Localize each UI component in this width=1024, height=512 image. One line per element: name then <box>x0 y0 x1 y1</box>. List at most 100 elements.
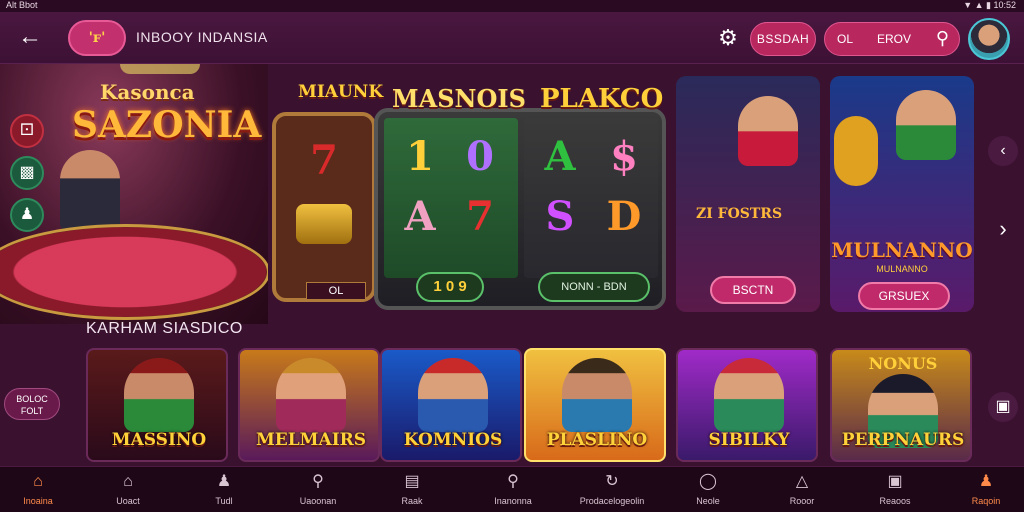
sync-icon: ↻ <box>605 473 619 490</box>
character-figure <box>714 358 784 432</box>
game-name: MELMAIRS <box>255 430 367 450</box>
game-subtitle: NONUS <box>868 354 938 373</box>
search-input[interactable]: EROV <box>877 32 911 46</box>
search-icon[interactable]: ⚲ <box>936 28 949 49</box>
nav-item-uoact[interactable]: ⌂ Uoact <box>100 467 156 512</box>
nav-label: Inanonna <box>494 496 532 506</box>
chart-icon[interactable]: ▩ <box>10 156 44 190</box>
nav-label: Inoaina <box>23 496 53 506</box>
reel-symbol: 7 <box>310 137 338 184</box>
reel-symbol: 7 <box>466 193 494 240</box>
poker-table <box>0 224 268 320</box>
nav-label: Raqoin <box>971 496 1001 506</box>
bottom-nav: ⌂ Inoaina ⌂ Uoact ♟ Tudl ⚲ Uaoonan ▤ Raak ⚲ In… <box>0 466 1024 512</box>
user-icon: ♟ <box>216 473 232 490</box>
promo-card-2[interactable]: MULNANNO MULNANNO GRSUEX <box>830 76 974 312</box>
nav-label: Reaoos <box>879 496 911 506</box>
house-icon: ⌂ <box>123 473 133 490</box>
document-icon: ▤ <box>404 473 420 490</box>
nav-label: Neole <box>696 496 720 506</box>
chevron-left-icon[interactable]: ‹ <box>988 136 1018 166</box>
top-bar: ← ꞌꜰꞌ INBOOY INDANSIA ⚙ BSSDAH OL EROV ⚲ <box>0 12 1024 64</box>
dice-icon[interactable]: ⚀ <box>10 114 44 148</box>
person-icon[interactable]: ♟ <box>10 198 44 232</box>
game-name: MASSINO <box>111 430 207 450</box>
game-name: KOMNIOS <box>403 430 503 450</box>
floating-button-line2: FOLT <box>20 406 44 416</box>
slot-counter: 1 0 9 <box>416 272 484 302</box>
hero-title-line2: SAZONIA <box>72 104 262 146</box>
sign-right: PLAKCO <box>540 84 664 114</box>
status-right: ▼ ▲ ▮ 10:52 <box>963 0 1016 10</box>
search-icon: ⚲ <box>507 473 519 490</box>
reel-symbol: S <box>545 193 575 240</box>
game-name: PLASLINO <box>546 430 648 450</box>
floating-button[interactable]: BOLOC FOLT <box>4 388 60 420</box>
nav-item-uaoonan[interactable]: ⚲ Uaoonan <box>288 467 348 512</box>
gold-bar-icon <box>296 204 352 244</box>
game-card[interactable]: NONUS PERPNAURS <box>830 348 972 462</box>
sign-left: MIAUNK <box>298 82 384 102</box>
promo-badge: ZI FOSTRS <box>696 206 783 222</box>
reel-symbol: $ <box>610 133 638 180</box>
slot-machine[interactable]: 1 A 0 7 A S $ D 1 0 9 NONN - BDN <box>374 108 666 310</box>
app-logo[interactable]: ꞌꜰꞌ <box>68 20 126 56</box>
nav-item-tudl[interactable]: ♟ Tudl <box>196 467 252 512</box>
game-card[interactable]: MELMAIRS <box>238 348 380 462</box>
home-icon: ⌂ <box>33 473 43 490</box>
nav-label: Raak <box>401 496 423 506</box>
avatar[interactable] <box>968 18 1010 60</box>
game-card[interactable]: KOMNIOS <box>380 348 522 462</box>
nav-item-prodacelogeolin[interactable]: ↻ Prodacelogeolin <box>572 467 652 512</box>
dealer-figure <box>60 150 120 230</box>
game-card[interactable]: SIBILKY <box>676 348 818 462</box>
nav-item-raqoin[interactable]: ♟ Raqoin <box>958 467 1014 512</box>
game-name: SIBILKY <box>708 430 790 450</box>
header-button[interactable]: BSSDAH <box>750 22 816 56</box>
character-figure <box>418 358 488 432</box>
nav-label: Uaoonan <box>299 496 337 506</box>
game-card[interactable]: MASSINO <box>86 348 228 462</box>
search-icon: ⚲ <box>312 473 324 490</box>
character-figure <box>562 358 632 432</box>
golden-statue-icon <box>834 116 878 186</box>
gear-icon[interactable]: ⚙ <box>714 24 742 52</box>
tree-icon: △ <box>795 473 809 490</box>
hero-banner[interactable]: Kasonca SAZONIA ⚀ ▩ ♟ <box>0 64 268 324</box>
app-title: INBOOY INDANSIA <box>136 29 268 45</box>
promo-button[interactable]: BSCTN <box>710 276 796 304</box>
promo-button[interactable]: GRSUEX <box>858 282 950 310</box>
nav-label: Prodacelogeolin <box>579 496 645 506</box>
nav-item-home[interactable]: ⌂ Inoaina <box>10 467 66 512</box>
promo-title: MULNANNO <box>831 238 973 262</box>
back-arrow-icon[interactable]: ← <box>14 22 46 54</box>
gift-icon[interactable]: ▣ <box>988 392 1018 422</box>
nav-item-neole[interactable]: ◯ Neole <box>680 467 736 512</box>
status-left: Alt Bbot <box>6 0 38 10</box>
nav-item-raak[interactable]: ▤ Raak <box>384 467 440 512</box>
nav-label: Uoact <box>116 496 140 506</box>
nav-item-inanonna[interactable]: ⚲ Inanonna <box>480 467 546 512</box>
chat-icon: ◯ <box>699 473 717 490</box>
status-bar: Alt Bbot ▼ ▲ ▮ 10:52 <box>0 0 1024 12</box>
chevron-right-icon[interactable]: › <box>988 214 1018 244</box>
search-bar[interactable]: OL EROV ⚲ <box>824 22 960 56</box>
logo-text: ꞌꜰꞌ <box>88 30 106 46</box>
profile-icon: ♟ <box>978 473 994 490</box>
game-card[interactable]: PLASLINO <box>524 348 666 462</box>
section-title: KARHAM SIASDICO <box>86 320 243 337</box>
slot-frame-left[interactable]: 7 OL <box>272 112 376 302</box>
left-counter: OL <box>306 282 366 300</box>
character-figure <box>738 96 798 166</box>
reel-symbol: A <box>544 133 576 180</box>
hero-title-line1: Kasonca <box>100 80 195 104</box>
character-figure <box>276 358 346 432</box>
nav-item-reaoos[interactable]: ▣ Reaoos <box>866 467 924 512</box>
promo-card-1[interactable]: ZI FOSTRS BSCTN <box>676 76 820 312</box>
reel-symbol: 0 <box>466 133 494 180</box>
slot-status[interactable]: NONN - BDN <box>538 272 650 302</box>
nav-label: Rooor <box>789 496 815 506</box>
nav-item-rooor[interactable]: △ Rooor <box>774 467 830 512</box>
search-label: OL <box>837 32 854 46</box>
reel-symbol: A <box>404 193 436 240</box>
